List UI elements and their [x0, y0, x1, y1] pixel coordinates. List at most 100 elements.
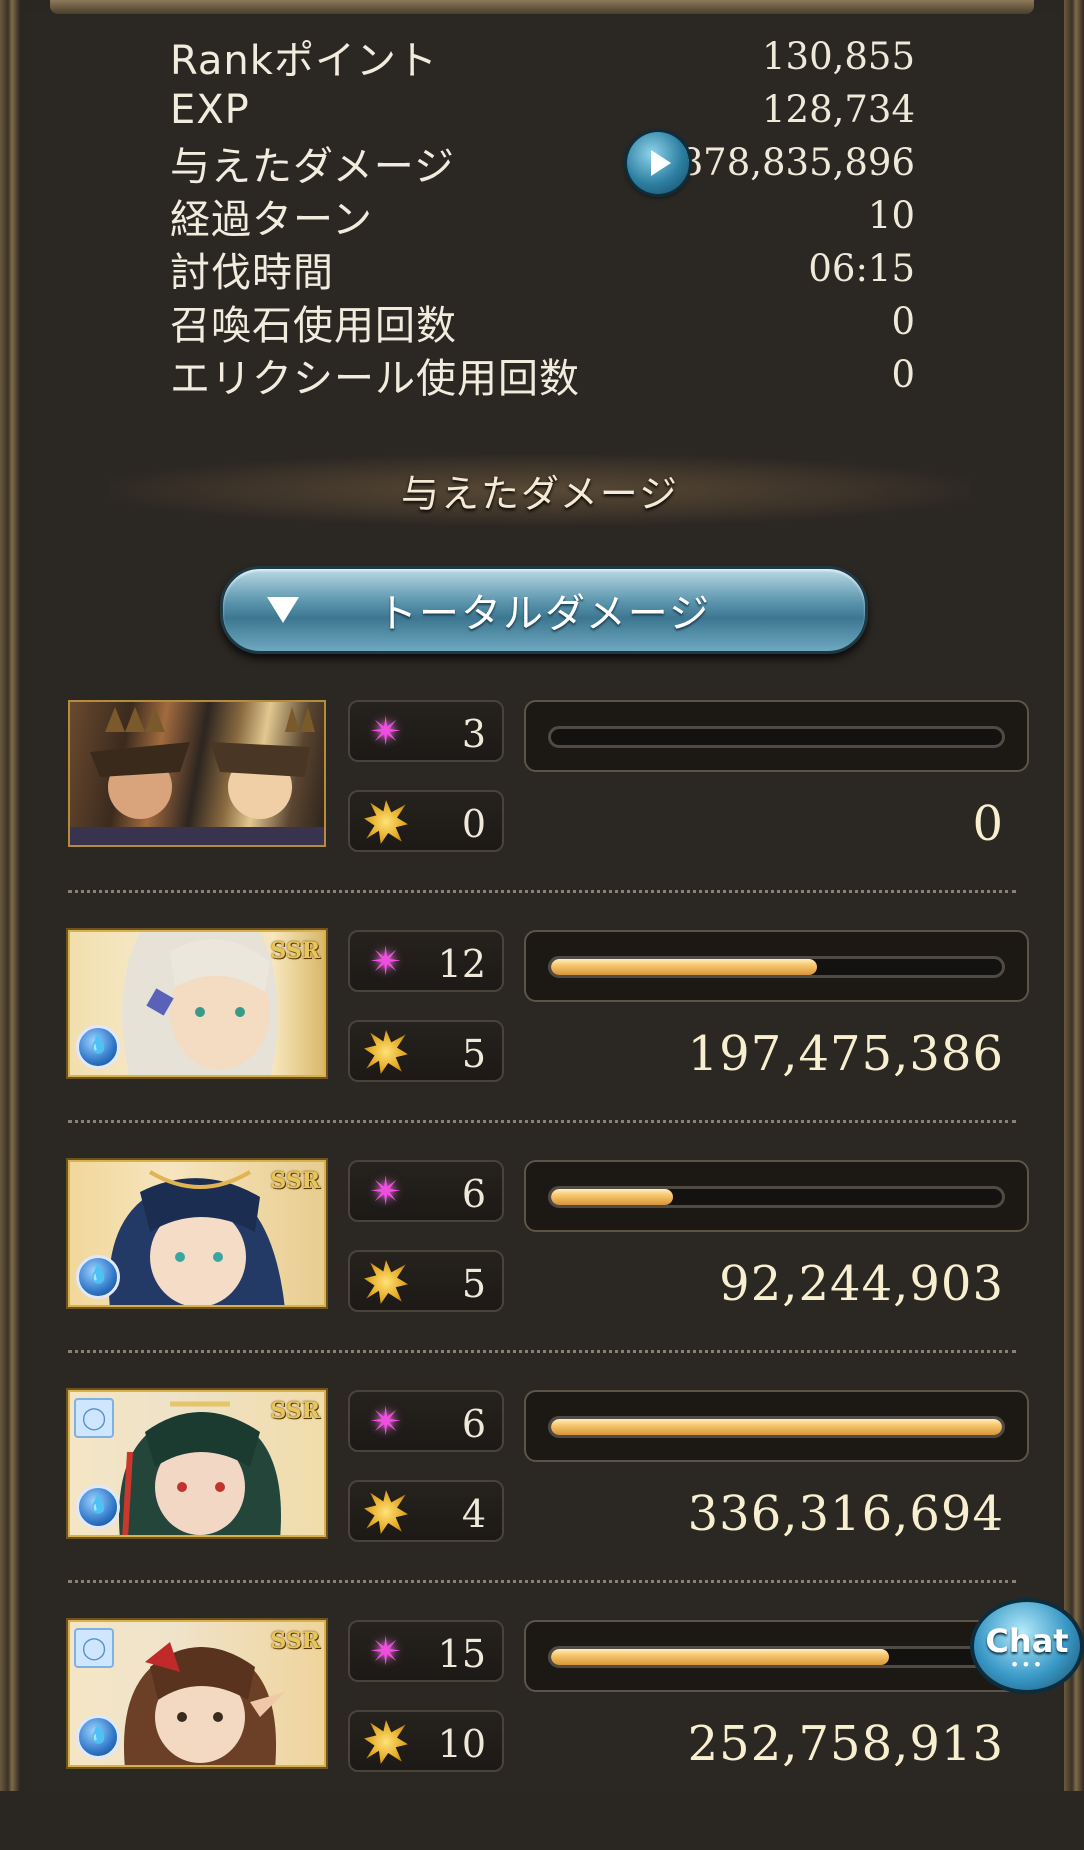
chat-button[interactable]: Chat ••• [970, 1598, 1084, 1694]
ougi-burst-icon [364, 800, 408, 844]
stat-clear-time: 討伐時間 06:15 [170, 242, 915, 296]
section-header: 与えたダメージ [110, 455, 970, 525]
party-member-row: ◯ SSR ✴ 15 10 252,758,913 [68, 1620, 1029, 1850]
ougi-burst-icon [364, 1490, 408, 1534]
section-title: 与えたダメージ [400, 471, 680, 516]
skill-count-box: ✴ 15 [348, 1620, 504, 1682]
stat-elapsed-turns: 経過ターン 10 [170, 189, 915, 243]
stat-elixir-uses: エリクシール使用回数 0 [170, 348, 915, 402]
rarity-badge: SSR [270, 938, 320, 964]
row-divider [68, 1350, 1016, 1353]
skill-count: 12 [437, 942, 486, 986]
skill-star-icon: ✴ [369, 1399, 403, 1445]
character-portrait[interactable]: ◯ SSR [68, 1390, 326, 1537]
stat-label: 討伐時間 [170, 249, 334, 296]
character-portrait[interactable]: ◯ SSR [68, 1620, 326, 1767]
skill-star-icon: ✴ [369, 1169, 403, 1215]
ougi-count-box: 5 [348, 1020, 504, 1082]
right-frame-border [1064, 0, 1084, 1791]
stat-label: EXP [170, 86, 250, 133]
party-member-row: ◯ SSR ✴ 6 4 336,316,694 [68, 1390, 1029, 1620]
dropdown-label: トータルダメージ [377, 591, 711, 637]
stat-label: 経過ターン [170, 196, 373, 243]
water-element-icon [76, 1025, 120, 1069]
ougi-count: 0 [461, 802, 486, 846]
stat-value: 0 [891, 353, 915, 396]
damage-bar-fill [551, 1189, 673, 1205]
skill-star-icon: ✴ [369, 1629, 403, 1675]
damage-type-dropdown[interactable]: トータルダメージ [220, 566, 868, 654]
row-divider [68, 890, 1016, 893]
skill-count: 6 [461, 1172, 486, 1216]
rarity-badge: SSR [270, 1168, 320, 1194]
party-member-row: SSR ✴ 6 5 92,244,903 [68, 1160, 1029, 1390]
damage-bar-fill [551, 1419, 1002, 1435]
left-frame-border [0, 0, 20, 1791]
total-damage: 336,316,694 [687, 1486, 1004, 1542]
stat-damage-dealt: 与えたダメージ 878,835,896 [170, 132, 915, 194]
damage-detail-play-button[interactable] [627, 132, 689, 194]
stat-label: 与えたダメージ [170, 143, 455, 190]
skill-count: 15 [437, 1632, 486, 1676]
water-element-icon [76, 1255, 120, 1299]
character-art [70, 707, 324, 845]
skill-count: 6 [461, 1402, 486, 1446]
damage-bar-fill [551, 959, 818, 975]
stat-label: エリクシール使用回数 [170, 355, 580, 402]
chevron-down-icon [267, 597, 299, 623]
rarity-badge: SSR [270, 1628, 320, 1654]
damage-bar [524, 1620, 1029, 1692]
main-character-portrait[interactable] [68, 700, 326, 847]
ougi-count-box: 10 [348, 1710, 504, 1772]
skill-count-box: ✴ 6 [348, 1390, 504, 1452]
top-ornament [50, 0, 1034, 14]
skill-star-icon: ✴ [369, 939, 403, 985]
ougi-burst-icon [364, 1030, 408, 1074]
total-damage: 0 [972, 796, 1004, 852]
stat-value: 06:15 [808, 247, 915, 290]
ougi-count: 10 [437, 1722, 486, 1766]
damage-bar [524, 700, 1029, 772]
stat-rank-points: Rankポイント 130,855 [170, 30, 915, 84]
skill-count: 3 [461, 712, 486, 756]
skill-count-box: ✴ 6 [348, 1160, 504, 1222]
ougi-count: 4 [461, 1492, 486, 1536]
skill-star-icon: ✴ [369, 709, 403, 755]
rarity-badge: SSR [270, 1398, 320, 1424]
water-element-icon [76, 1715, 120, 1759]
ougi-burst-icon [364, 1260, 408, 1304]
damage-bar [524, 1390, 1029, 1462]
stat-summon-uses: 召喚石使用回数 0 [170, 295, 915, 349]
stat-value: 10 [867, 194, 915, 237]
damage-bar-fill [551, 1649, 890, 1665]
chat-dots-icon: ••• [1009, 1655, 1045, 1674]
ougi-count-box: 4 [348, 1480, 504, 1542]
damage-bar [524, 930, 1029, 1002]
character-portrait[interactable]: SSR [68, 1160, 326, 1307]
stat-label: 召喚石使用回数 [170, 302, 457, 349]
stat-value: 130,855 [761, 35, 915, 78]
total-damage: 252,758,913 [687, 1716, 1004, 1772]
damage-bar [524, 1160, 1029, 1232]
stat-exp: EXP 128,734 [170, 83, 915, 136]
battle-stats: Rankポイント 130,855 EXP 128,734 与えたダメージ 878… [170, 30, 915, 402]
total-damage: 197,475,386 [687, 1026, 1004, 1082]
row-divider [68, 1120, 1016, 1123]
water-element-icon [76, 1485, 120, 1529]
skill-count-box: ✴ 12 [348, 930, 504, 992]
stat-label: Rankポイント [170, 37, 438, 84]
party-member-row: SSR ✴ 12 5 197,475,386 [68, 930, 1029, 1160]
ring-icon: ◯ [74, 1628, 114, 1668]
skill-count-box: ✴ 3 [348, 700, 504, 762]
row-divider [68, 1580, 1016, 1583]
ougi-burst-icon [364, 1720, 408, 1764]
stat-value: 128,734 [761, 88, 915, 131]
party-member-row: ✴ 3 0 0 [68, 700, 1029, 930]
total-damage: 92,244,903 [719, 1256, 1004, 1312]
ring-icon: ◯ [74, 1398, 114, 1438]
ougi-count: 5 [461, 1262, 486, 1306]
character-portrait[interactable]: SSR [68, 930, 326, 1077]
ougi-count: 5 [461, 1032, 486, 1076]
ougi-count-box: 5 [348, 1250, 504, 1312]
ougi-count-box: 0 [348, 790, 504, 852]
